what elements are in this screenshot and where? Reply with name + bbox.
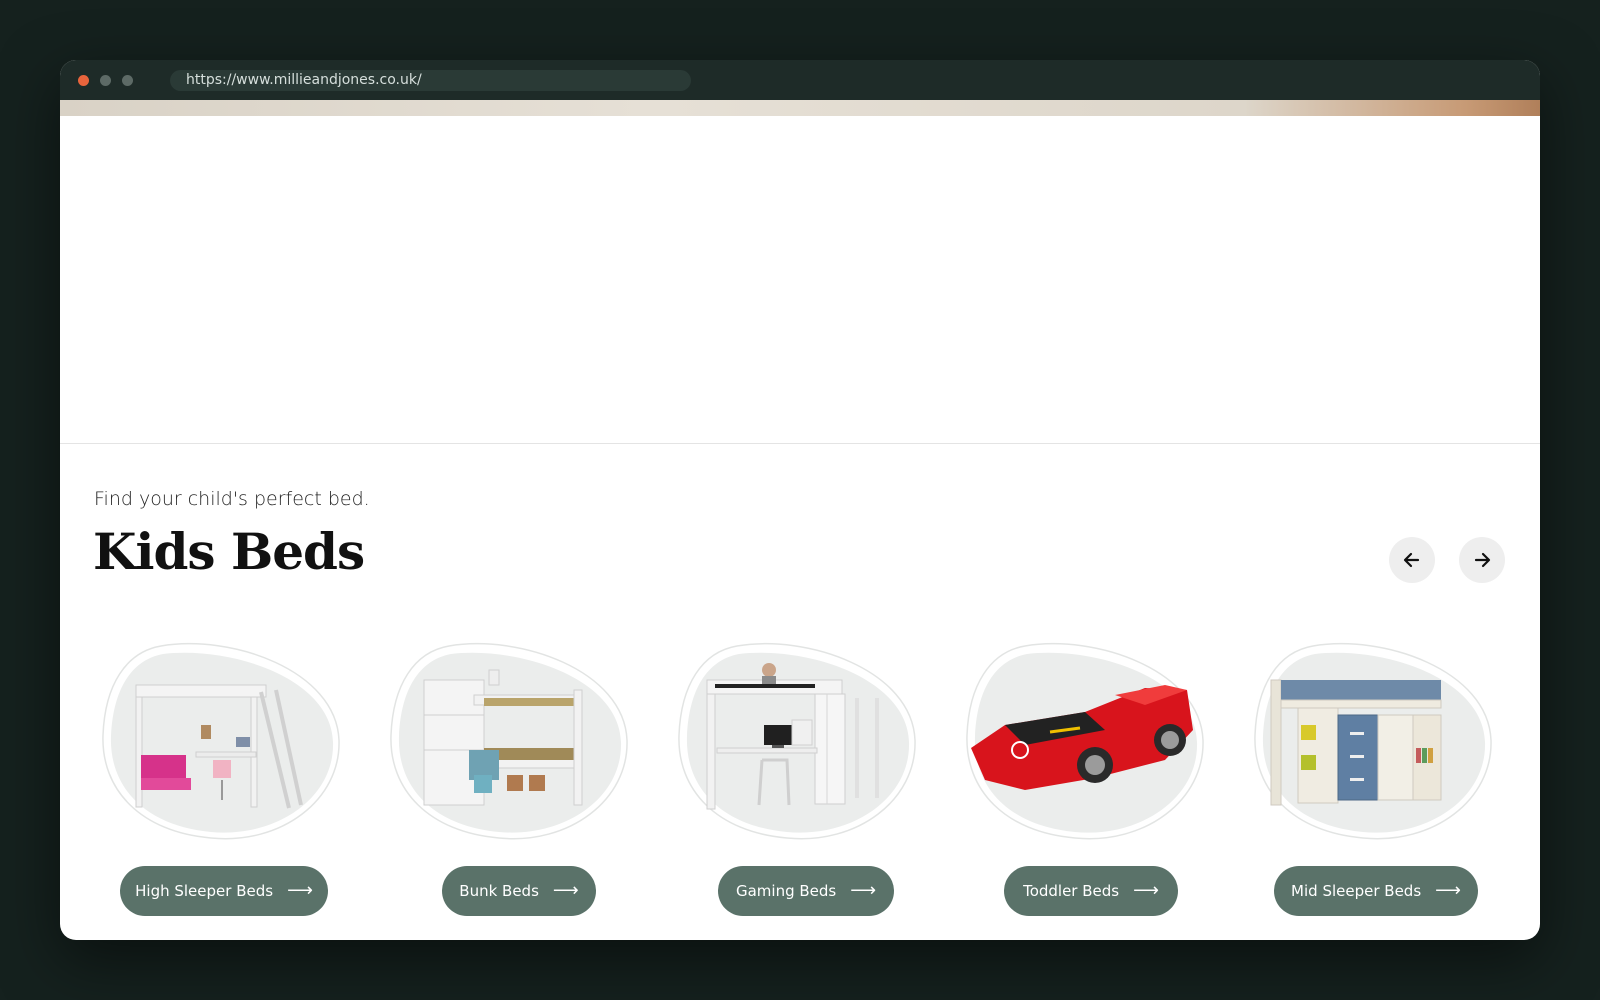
category-card-toddler-beds[interactable]: Toddler Beds ⟶ [965,640,1217,920]
button-label: High Sleeper Beds [135,882,274,900]
high-sleeper-beds-button[interactable]: High Sleeper Beds ⟶ [120,866,328,916]
section-divider [60,443,1540,444]
mid-sleeper-bed-illustration [1254,642,1492,840]
gaming-bed-illustration [678,642,916,840]
carousel-next-button[interactable] [1459,537,1505,583]
hero-image-strip [60,100,1540,116]
button-label: Gaming Beds [735,882,837,900]
arrow-left-icon [1403,552,1420,568]
bunk-beds-button[interactable]: Bunk Beds ⟶ [442,866,596,916]
category-card-bunk-beds[interactable]: Bunk Beds ⟶ [389,640,641,920]
button-label: Toddler Beds [1023,882,1120,900]
category-image[interactable] [677,640,929,845]
high-sleeper-bed-illustration [102,642,340,840]
gaming-beds-button[interactable]: Gaming Beds ⟶ [718,866,894,916]
arrow-right-icon [1474,552,1491,568]
section-heading: Kids Beds [93,522,365,581]
long-arrow-right-icon: ⟶ [552,880,579,901]
category-image[interactable] [1253,640,1505,845]
content-placeholder [60,116,1540,443]
category-image[interactable] [389,640,641,845]
long-arrow-right-icon: ⟶ [287,880,313,901]
category-image[interactable] [965,640,1217,845]
button-label: Bunk Beds [459,882,539,900]
section-subtitle: Find your child's perfect bed. [94,488,370,510]
bunk-bed-illustration [390,642,628,840]
long-arrow-right-icon: ⟶ [1133,880,1159,901]
mid-sleeper-beds-button[interactable]: Mid Sleeper Beds ⟶ [1274,866,1478,916]
race-car-bed-illustration [966,642,1204,840]
browser-window: https://www.millieandjones.co.uk/ Find y… [60,60,1540,940]
minimize-window-dot[interactable] [100,75,111,86]
category-image[interactable] [101,640,353,845]
long-arrow-right-icon: ⟶ [850,880,877,901]
category-card-high-sleeper[interactable]: High Sleeper Beds ⟶ [101,640,353,920]
browser-titlebar: https://www.millieandjones.co.uk/ [60,60,1540,100]
category-card-gaming-beds[interactable]: Gaming Beds ⟶ [677,640,929,920]
long-arrow-right-icon: ⟶ [1435,880,1461,901]
category-card-mid-sleeper-beds[interactable]: Mid Sleeper Beds ⟶ [1253,640,1505,920]
toddler-beds-button[interactable]: Toddler Beds ⟶ [1004,866,1178,916]
close-window-dot[interactable] [78,75,89,86]
carousel-prev-button[interactable] [1389,537,1435,583]
address-bar[interactable]: https://www.millieandjones.co.uk/ [170,70,691,91]
button-label: Mid Sleeper Beds [1291,882,1422,900]
maximize-window-dot[interactable] [122,75,133,86]
